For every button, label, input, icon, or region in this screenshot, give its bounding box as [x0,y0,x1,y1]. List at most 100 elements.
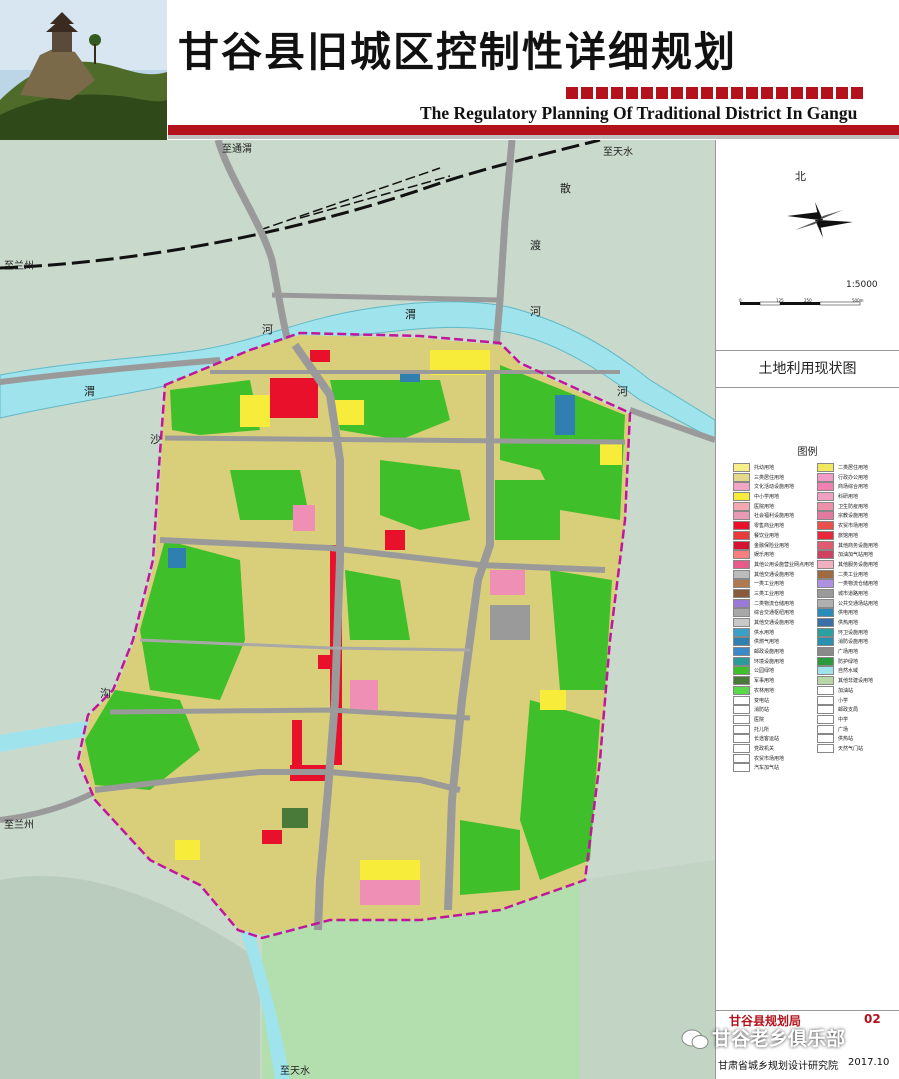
legend-swatch [817,472,834,482]
legend-swatch [733,666,750,676]
river-label-sha: 沙 [150,433,161,446]
legend-swatch [733,695,750,705]
legend-swatch [817,521,834,531]
legend-item: 三类工业用地 [733,588,815,599]
legend-swatch [817,511,834,521]
legend-column-left: 托幼用地 三类居住用地 文化活动设施用地 中小学用地 医院用地 社会福利设施用地 零售商业用… [733,463,815,773]
legend-item: 供电用地 [817,608,899,618]
legend-label: 消防设施用地 [838,639,869,646]
direction-label-to-tianshui-top: 至天水 [603,147,633,158]
legend-swatch [733,656,750,666]
legend-swatch [817,724,834,734]
legend-item: 二类物流仓储用地 [733,598,815,609]
legend-swatch [733,743,750,753]
legend-swatch [817,588,834,598]
north-label: 北 [795,170,806,183]
legend-swatch [817,705,834,715]
legend-swatch [817,734,834,744]
legend-swatch [733,521,750,531]
legend-swatch [817,598,834,608]
legend-label: 其他公用设施营业网点用地 [754,561,815,568]
plan-date: 2017.10 [848,1057,890,1068]
legend-label: 公共交通场站用地 [838,600,879,607]
legend-item: 其他非建设用地 [817,676,899,686]
legend-item: 综合交通枢纽用地 [733,608,815,618]
legend-swatch [733,724,750,734]
north-arrow-icon [787,202,853,238]
legend-label: 其他交通设施用地 [754,571,795,578]
scale-tick-0: 0 [739,298,742,303]
legend-swatch [817,530,834,540]
legend-swatch [733,569,750,579]
legend-label: 三类居住用地 [754,474,785,481]
legend-label: 供热站 [838,736,854,743]
river-label-gou: 沟 [100,687,111,700]
river-label-du: 渡 [530,239,541,252]
scale-ratio: 1:5000 [846,280,878,290]
legend-label: 二类工业用地 [838,571,869,578]
legend-item: 汽车加气站 [733,763,815,773]
scale-tick-500m: 500m [852,298,864,303]
legend-label: 社会福利设施用地 [754,513,795,520]
legend-label: 邮政设施用地 [754,649,785,656]
title-decoration [566,84,866,103]
scale-tick-125: 125 [776,298,784,303]
legend-label: 二类物流仓储用地 [754,600,795,607]
legend-swatch [733,608,750,618]
legend-label: 一类物流仓储用地 [838,581,879,588]
legend-label: 汽车加气站 [754,765,780,772]
land-use-map[interactable]: 至通渭 至天水 至兰州 至兰州 至天水 渭 河 渭 河 散 渡 河 沙 沟 [0,140,715,1079]
legend-label: 旅馆用地 [838,532,859,539]
page-title-en: The Regulatory Planning Of Traditional D… [420,103,858,123]
legend-swatch [817,714,834,724]
legend-label: 其他商务设施用地 [838,542,879,549]
legend-item: 一类物流仓储用地 [817,579,899,589]
legend-label: 娱乐用地 [754,552,775,559]
direction-label-to-tongwei: 至通渭 [222,144,252,155]
legend-swatch [733,647,750,657]
river-label-he-3: 河 [530,305,541,318]
legend-item: 供燃气用地 [733,637,815,647]
legend-swatch [817,695,834,705]
legend-swatch [733,540,750,550]
legend-label: 医院用地 [754,503,775,510]
legend-label: 托幼用地 [754,465,775,471]
legend-item: 广场用地 [817,647,899,657]
watermark: 甘谷老乡俱乐部 [712,1028,846,1050]
legend-swatch [733,676,750,686]
legend-swatch [733,463,750,472]
river-label-he-2: 河 [617,385,628,398]
legend-label: 餐饮业用地 [754,532,780,539]
legend-label: 其他非建设用地 [838,678,874,685]
legend-swatch [733,705,750,715]
legend-item: 小学 [817,695,899,706]
legend-swatch [733,685,750,695]
legend-swatch [817,618,834,627]
pavilion-photo [0,0,167,140]
legend-label: 小学 [838,697,849,704]
legend-swatch [817,608,834,618]
legend-swatch [733,550,750,560]
legend-swatch [733,734,750,744]
legend-item: 托幼用地 [733,463,815,473]
legend-swatch [817,656,834,666]
legend-label: 中小学用地 [754,494,780,501]
legend-item: 金融保险业用地 [733,540,815,551]
legend-item: 环境设施用地 [733,656,815,667]
legend-label: 自然水域 [838,668,859,675]
scale-tick-250: 250 [804,298,812,303]
legend-item: 其他公用设施营业网点用地 [733,559,815,570]
legend-swatch [733,579,750,589]
legend-swatch [817,637,834,647]
legend-item: 防护绿地 [817,656,899,667]
legend-label: 广场 [838,726,849,733]
legend-swatch [733,627,750,637]
direction-label-to-tianshui-bottom: 至天水 [280,1066,310,1077]
legend-column-right: 二类居住用地 行政办公用地 商场综合用地 科研用地 卫生防疫用地 宗教设施用地 农贸市场用地… [817,463,899,754]
legend-item: 二类工业用地 [817,569,899,580]
header-divider-gray [168,135,899,139]
legend-swatch [817,540,834,550]
legend-swatch [733,492,750,502]
legend-item: 餐饮业用地 [733,530,815,541]
legend-item: 供热用地 [817,618,899,628]
